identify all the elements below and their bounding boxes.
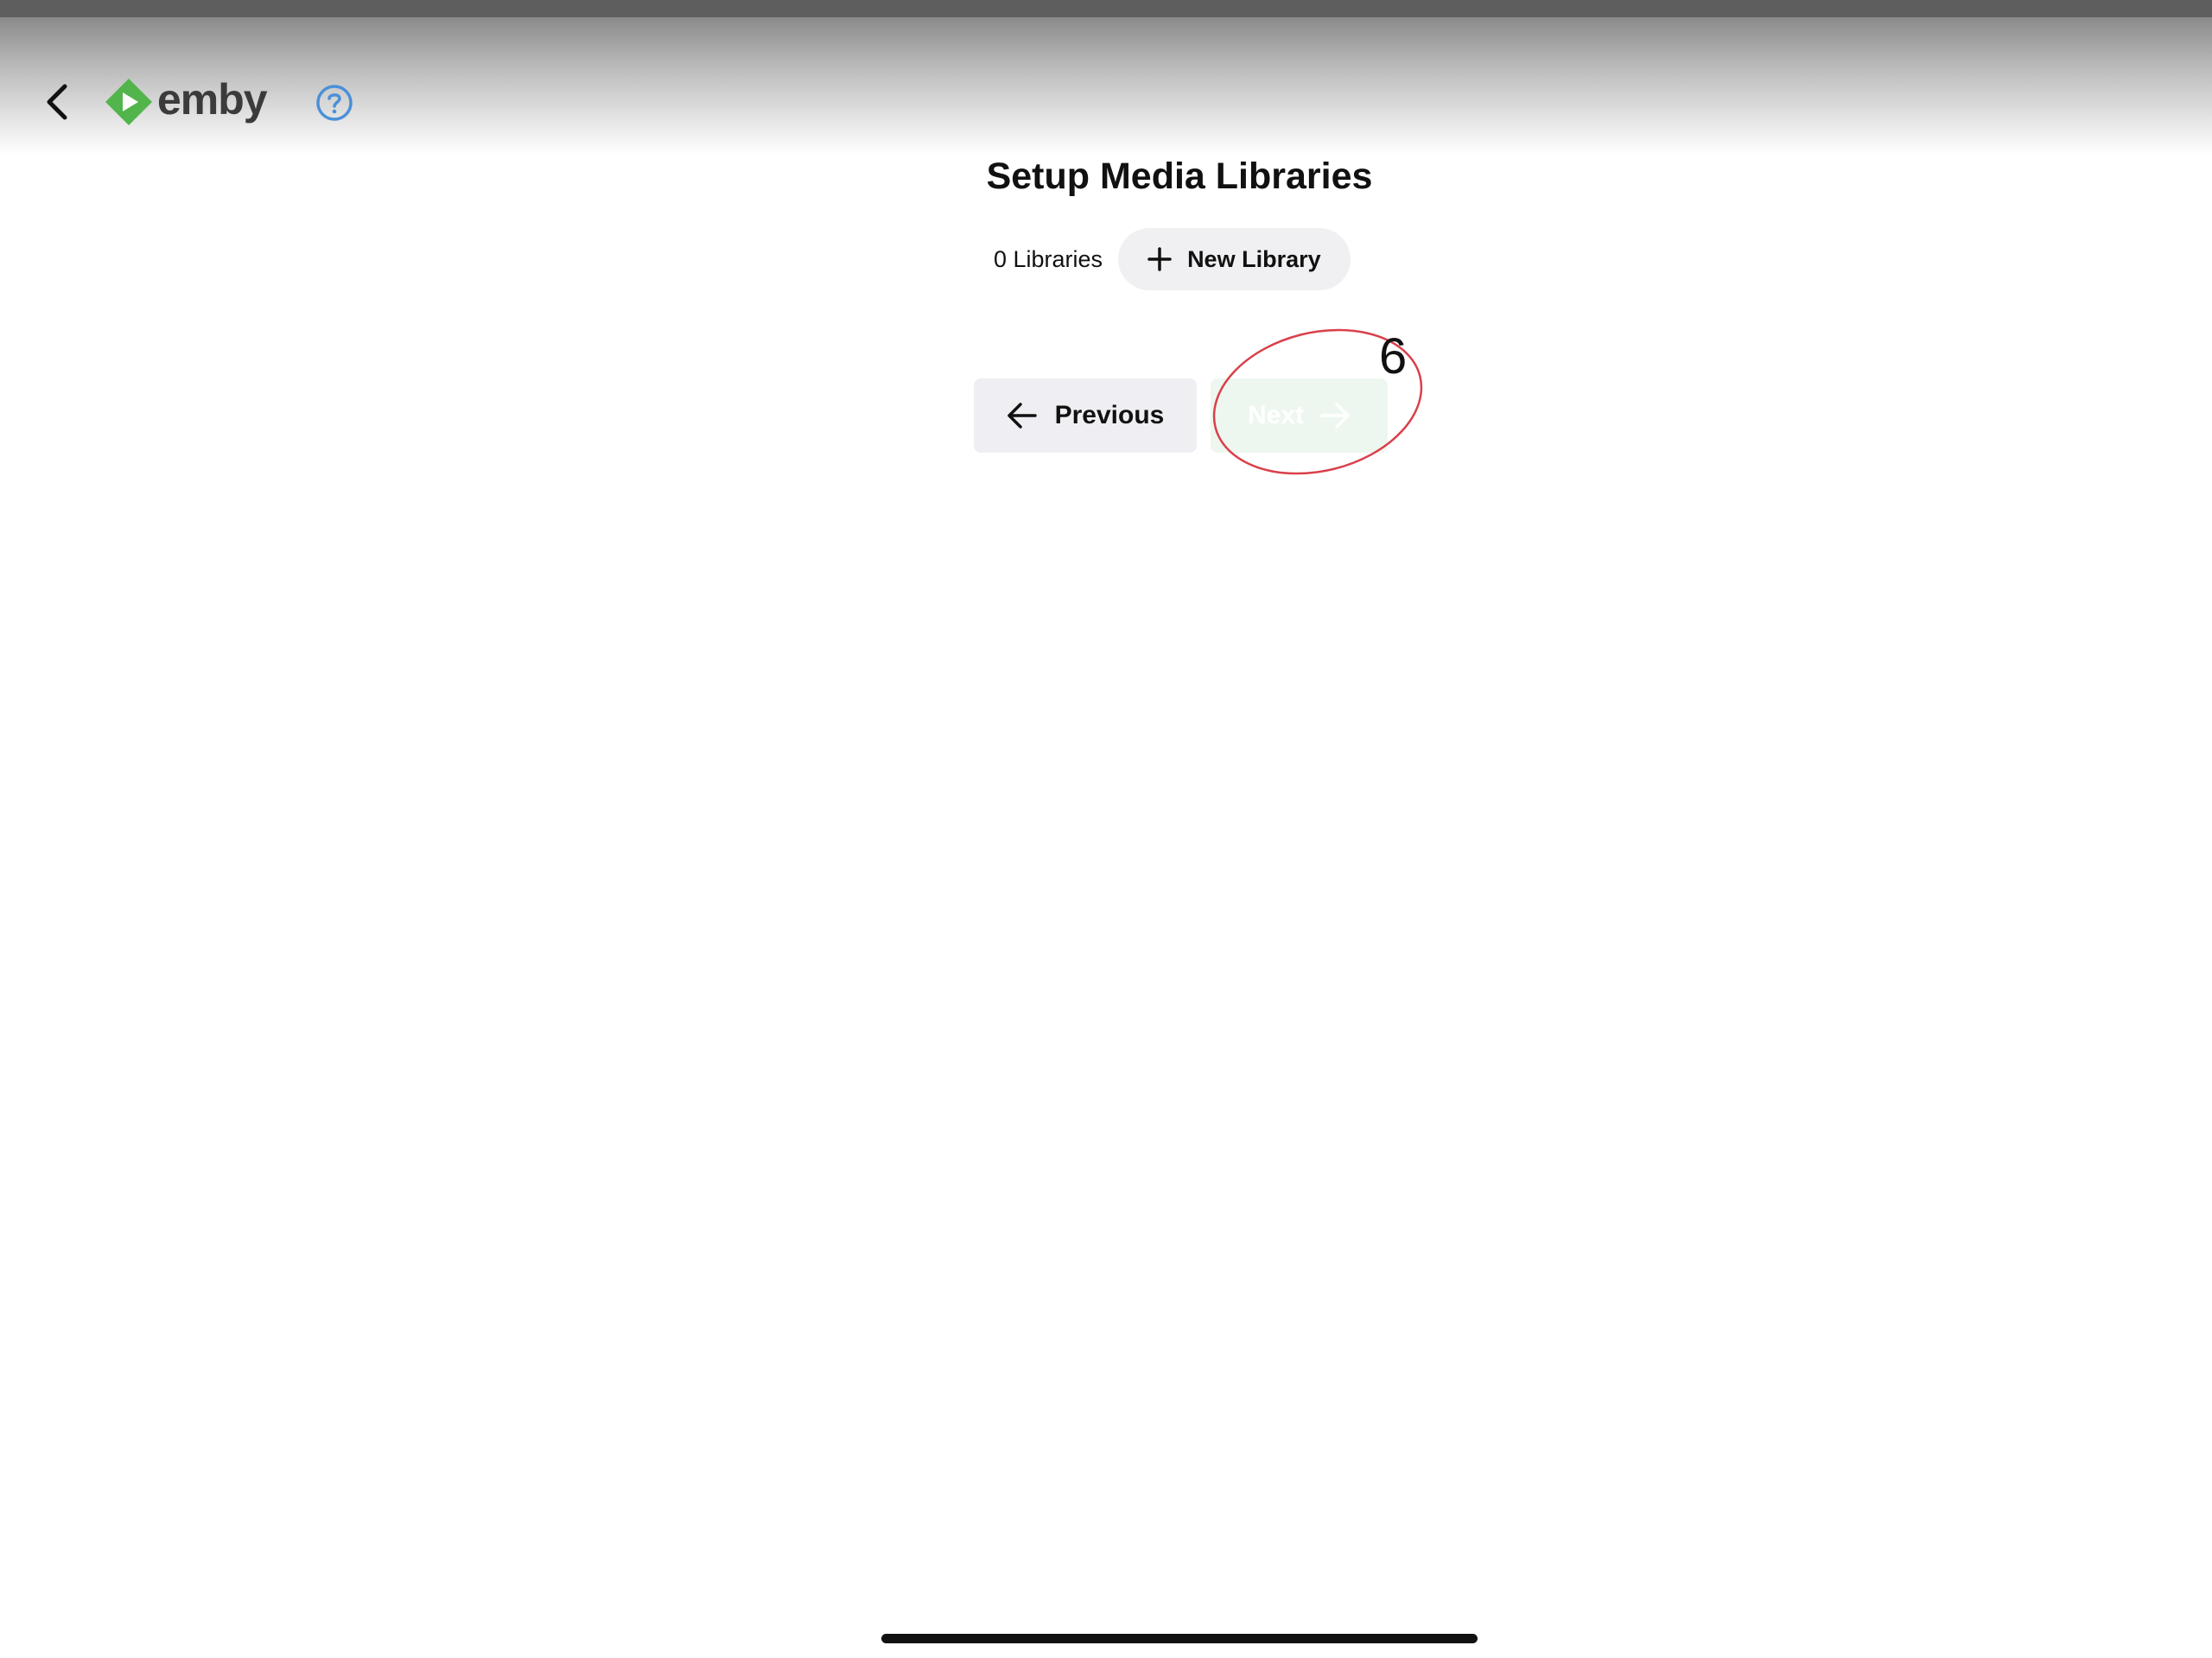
arrow-right-icon xyxy=(1320,403,1350,429)
header: emby xyxy=(0,17,2212,156)
logo-text: emby xyxy=(157,75,268,124)
page: emby Setup Media Libraries 0 Libraries N… xyxy=(0,0,2212,1658)
previous-label: Previous xyxy=(1054,401,1165,429)
help-button[interactable] xyxy=(315,83,354,123)
status-bar xyxy=(0,0,2212,17)
wizard-navigation: Previous Next xyxy=(974,378,1388,453)
annotation-number: 6 xyxy=(1379,328,1408,384)
page-title: Setup Media Libraries xyxy=(986,156,1373,197)
library-count: 0 Libraries xyxy=(994,245,1103,272)
chevron-left-icon xyxy=(47,84,67,120)
question-circle-icon xyxy=(316,85,353,121)
next-label: Next xyxy=(1247,401,1305,429)
next-button[interactable]: Next xyxy=(1211,378,1388,453)
new-library-button[interactable]: New Library xyxy=(1118,228,1351,290)
back-button[interactable] xyxy=(35,78,79,126)
plus-icon xyxy=(1147,247,1172,271)
emby-logo-icon xyxy=(105,79,152,125)
library-row: 0 Libraries New Library xyxy=(994,228,1351,290)
home-indicator[interactable] xyxy=(881,1634,1478,1643)
new-library-label: New Library xyxy=(1187,245,1321,272)
emby-logo: emby xyxy=(104,75,268,128)
arrow-left-icon xyxy=(1007,403,1037,429)
previous-button[interactable]: Previous xyxy=(974,378,1197,453)
